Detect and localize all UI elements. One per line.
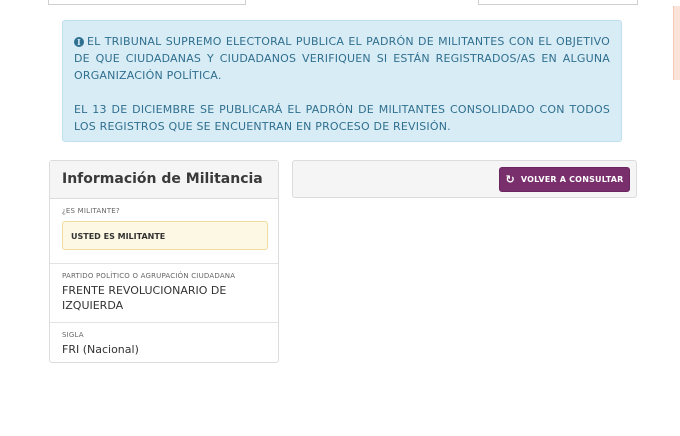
militancy-info-card: Información de Militancia ¿Es militante?… <box>49 160 279 363</box>
status-badge: USTED ES MILITANTE <box>62 221 268 250</box>
acronym-field: Sigla FRI (Nacional) <box>50 323 278 363</box>
acronym-value: FRI (Nacional) <box>62 343 139 356</box>
refresh-icon: ↻ <box>505 173 515 186</box>
party-field: Partido político o agrupación ciudadana … <box>50 264 278 323</box>
notice-paragraph-1: i El Tribunal Supremo Electoral publica e… <box>74 33 610 84</box>
tab-right[interactable] <box>478 0 638 5</box>
info-icon: i <box>74 37 84 47</box>
is-militant-field: ¿Es militante? USTED ES MILITANTE <box>50 199 278 264</box>
tab-left[interactable] <box>48 0 246 5</box>
info-notice: i El Tribunal Supremo Electoral publica e… <box>62 20 622 142</box>
acronym-label: Sigla <box>62 331 84 339</box>
action-panel: ↻ Volver a consultar <box>292 160 637 198</box>
notice-paragraph-2: El 13 de diciembre se publicará el padró… <box>74 103 610 133</box>
is-militant-label: ¿Es militante? <box>62 207 120 215</box>
party-value: FRENTE REVOLUCIONARIO DE IZQUIERDA <box>62 284 227 312</box>
side-accent-strip <box>673 6 680 80</box>
reconsult-button[interactable]: ↻ Volver a consultar <box>499 167 630 192</box>
top-tab-bar <box>0 0 680 6</box>
party-label: Partido político o agrupación ciudadana <box>62 272 236 280</box>
notice-text-1: El Tribunal Supremo Electoral publica el… <box>74 35 610 82</box>
card-title: Información de Militancia <box>50 161 278 199</box>
reconsult-label: Volver a consultar <box>520 175 624 184</box>
